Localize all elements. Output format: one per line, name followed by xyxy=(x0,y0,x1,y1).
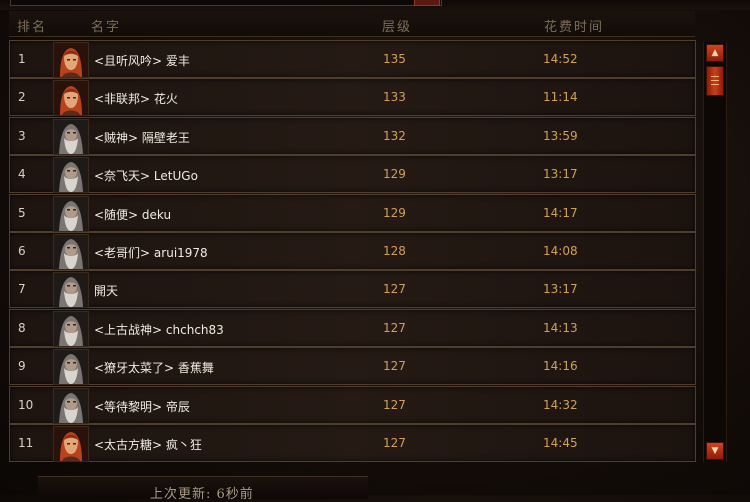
male-barbarian-portrait-icon xyxy=(53,157,89,194)
greater-rift-level: 127 xyxy=(383,436,406,450)
player-name: 開天 xyxy=(94,284,119,299)
male-barbarian-portrait-icon xyxy=(53,349,89,386)
greater-rift-level: 127 xyxy=(383,282,406,297)
female-barbarian-portrait-icon xyxy=(53,42,89,78)
player-name: <上古战神> chchch83 xyxy=(94,322,224,337)
time-column-header[interactable]: 花费时间 xyxy=(544,16,604,35)
player-name: <奈飞天> LetUGo xyxy=(94,169,198,184)
player-name: <贼神> 隔壁老王 xyxy=(94,130,190,145)
female-barbarian-portrait-icon xyxy=(53,80,89,117)
player-name: <獠牙太菜了> 香蕉舞 xyxy=(94,361,214,376)
leaderboard-row[interactable]: 8 <上古战神> chchch83 127 14:13 xyxy=(9,308,696,347)
leaderboard-row[interactable]: 5 <随便> deku 129 14:17 xyxy=(9,193,696,232)
rank-number: 8 xyxy=(18,320,26,335)
last-update-text: 上次更新: 6秒前 xyxy=(150,487,254,502)
greater-rift-level: 129 xyxy=(383,167,406,182)
rank-number: 10 xyxy=(18,397,34,412)
leaderboard-list: 1 <且听风吟> 爱丰 135 14:52 2 <非联邦> 花火 133 11:14 3 <贼神>… xyxy=(9,40,696,465)
rank-number: 7 xyxy=(18,282,26,297)
greater-rift-level: 129 xyxy=(383,205,406,220)
player-name: <等待黎明> 帝辰 xyxy=(94,399,190,414)
rank-number: 11 xyxy=(18,436,34,450)
name-column-header[interactable]: 名字 xyxy=(91,16,121,35)
scroll-down-icon[interactable]: ▼ xyxy=(706,442,724,460)
leaderboard-row[interactable]: 7 開天 127 13:17 xyxy=(9,270,696,309)
player-name: <随便> deku xyxy=(94,207,172,222)
time-spent: 14:08 xyxy=(543,244,578,258)
greater-rift-level: 127 xyxy=(383,397,406,412)
time-spent: 13:59 xyxy=(543,128,578,143)
male-barbarian-portrait-icon xyxy=(53,272,89,309)
male-barbarian-portrait-icon xyxy=(53,310,89,347)
rank-number: 9 xyxy=(18,359,26,374)
time-spent: 14:17 xyxy=(543,205,578,220)
rank-number: 2 xyxy=(18,90,26,105)
female-barbarian-portrait-icon xyxy=(53,426,89,462)
rank-number: 1 xyxy=(18,52,26,66)
rank-number: 5 xyxy=(18,205,26,220)
leaderboard-row[interactable]: 6 <老哥们> arui1978 128 14:08 xyxy=(9,232,696,270)
leaderboard-row[interactable]: 11 <太古方糖> 疯丶狂 127 14:45 xyxy=(9,424,696,462)
scroll-up-icon[interactable]: ▲ xyxy=(706,44,724,62)
scroll-thumb[interactable] xyxy=(706,66,724,96)
top-input-field[interactable] xyxy=(10,0,442,6)
leaderboard-row[interactable]: 4 <奈飞天> LetUGo 129 13:17 xyxy=(9,155,696,194)
scrollbar[interactable]: ▲ ▼ xyxy=(703,42,727,462)
greater-rift-level: 135 xyxy=(383,52,406,66)
rank-column-header[interactable]: 排名 xyxy=(17,16,47,35)
leaderboard-header: 排名 名字 层级 花费时间 xyxy=(9,11,695,37)
rank-number: 6 xyxy=(18,244,26,258)
male-barbarian-portrait-icon xyxy=(53,118,89,155)
time-spent: 13:17 xyxy=(543,167,578,182)
player-name: <太古方糖> 疯丶狂 xyxy=(94,438,202,452)
leaderboard-row[interactable]: 1 <且听风吟> 爱丰 135 14:52 xyxy=(9,40,696,78)
greater-rift-level: 127 xyxy=(383,320,406,335)
leaderboard-row[interactable]: 3 <贼神> 隔壁老王 132 13:59 xyxy=(9,116,696,155)
time-spent: 14:32 xyxy=(543,397,578,412)
greater-rift-level: 127 xyxy=(383,359,406,374)
time-spent: 14:45 xyxy=(543,436,578,450)
male-barbarian-portrait-icon xyxy=(53,387,89,424)
time-spent: 14:52 xyxy=(543,52,578,66)
footer-bar: 上次更新: 6秒前 xyxy=(38,476,368,502)
player-name: <且听风吟> 爱丰 xyxy=(94,54,190,68)
rank-number: 3 xyxy=(18,128,26,143)
time-spent: 13:17 xyxy=(543,282,578,297)
greater-rift-level: 132 xyxy=(383,128,406,143)
top-strip xyxy=(0,0,750,10)
player-name: <老哥们> arui1978 xyxy=(94,246,208,260)
male-barbarian-portrait-icon xyxy=(53,234,89,270)
male-barbarian-portrait-icon xyxy=(53,195,89,232)
rank-number: 4 xyxy=(18,167,26,182)
time-spent: 14:16 xyxy=(543,359,578,374)
leaderboard-row[interactable]: 9 <獠牙太菜了> 香蕉舞 127 14:16 xyxy=(9,347,696,386)
player-name: <非联邦> 花火 xyxy=(94,92,178,107)
top-button[interactable] xyxy=(414,0,440,6)
level-column-header[interactable]: 层级 xyxy=(382,16,412,35)
leaderboard-row[interactable]: 10 <等待黎明> 帝辰 127 14:32 xyxy=(9,385,696,424)
greater-rift-level: 133 xyxy=(383,90,406,105)
time-spent: 11:14 xyxy=(543,90,578,105)
time-spent: 14:13 xyxy=(543,320,578,335)
leaderboard-row[interactable]: 2 <非联邦> 花火 133 11:14 xyxy=(9,78,696,117)
greater-rift-level: 128 xyxy=(383,244,406,258)
